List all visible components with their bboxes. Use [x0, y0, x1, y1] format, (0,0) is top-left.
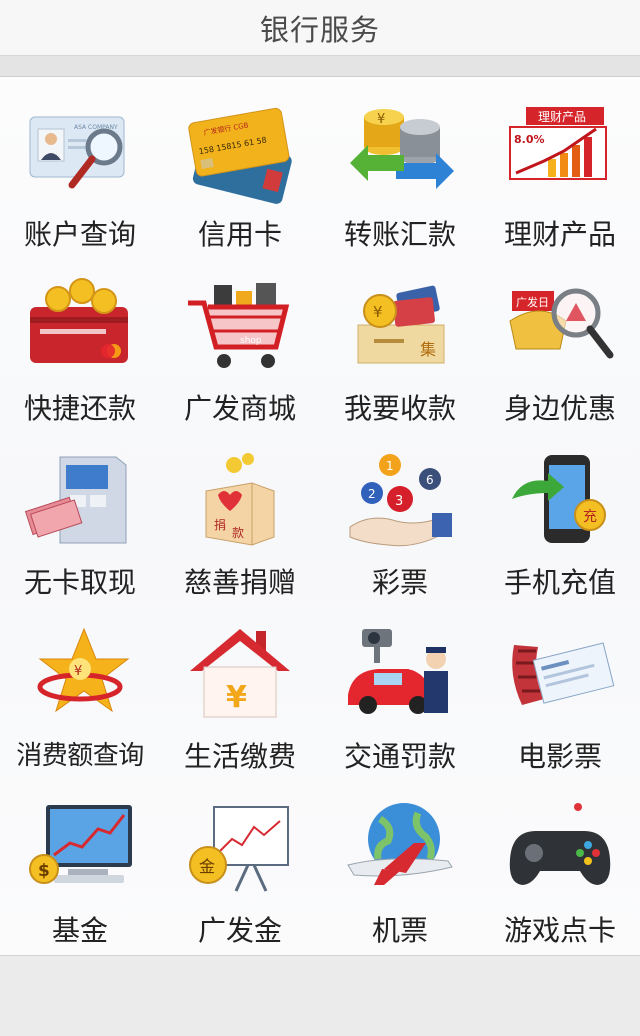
header-divider	[0, 56, 640, 77]
service-item-label: 游戏点卡	[503, 914, 616, 947]
service-item-label: 转账汇款	[343, 218, 456, 251]
service-item-label: 我要收款	[343, 392, 456, 425]
service-item-game-card[interactable]: 游戏点卡	[480, 795, 640, 969]
account-query-icon: ASA COMPANY	[24, 103, 136, 207]
svg-text:6: 6	[426, 473, 434, 487]
svg-text:¥: ¥	[377, 112, 385, 127]
service-item-label: 交通罚款	[343, 740, 456, 773]
lottery-icon: 1 2 3 6	[344, 451, 456, 555]
service-item-label: 无卡取现	[23, 566, 136, 599]
svg-text:集: 集	[420, 340, 436, 359]
service-item-cardless-withdraw[interactable]: 无卡取现	[0, 447, 160, 621]
service-item-label: 彩票	[371, 566, 428, 599]
service-item-utility-payment[interactable]: ¥ 生活缴费	[160, 621, 320, 795]
nearby-deals-icon: 广发日	[504, 277, 616, 381]
svg-text:金: 金	[199, 857, 215, 876]
service-grid: ASA COMPANY 账户查询 广发银行 CGB 158 15815 61 5…	[0, 77, 640, 956]
svg-text:3: 3	[395, 494, 403, 509]
game-card-icon	[504, 799, 616, 903]
svg-text:¥: ¥	[373, 303, 383, 321]
traffic-fine-icon	[344, 625, 456, 729]
top-bar: 银行服务	[0, 0, 640, 56]
movie-ticket-icon	[504, 625, 616, 729]
service-item-fund[interactable]: $ 基金	[0, 795, 160, 969]
service-item-quick-repay[interactable]: 快捷还款	[0, 273, 160, 447]
service-item-transfer[interactable]: ¥ 转账汇款	[320, 99, 480, 273]
flight-ticket-icon	[344, 799, 456, 903]
svg-text:捐: 捐	[214, 518, 226, 532]
service-item-label: 电影票	[517, 740, 602, 773]
shopping-cart-icon: shop	[184, 277, 296, 381]
atm-icon	[24, 451, 136, 555]
service-item-label: 机票	[371, 914, 428, 947]
service-item-label: 账户查询	[23, 218, 136, 251]
service-item-nearby-deals[interactable]: 广发日 身边优惠	[480, 273, 640, 447]
service-item-label: 信用卡	[197, 218, 282, 251]
service-item-label: 基金	[51, 914, 108, 947]
service-item-credit-card[interactable]: 广发银行 CGB 158 15815 61 58 信用卡	[160, 99, 320, 273]
svg-text:¥: ¥	[226, 680, 247, 715]
service-item-account-query[interactable]: ASA COMPANY 账户查询	[0, 99, 160, 273]
service-item-receive-payment[interactable]: 集 ¥ 我要收款	[320, 273, 480, 447]
svg-text:理财产品: 理财产品	[538, 110, 586, 124]
service-item-label: 生活缴费	[183, 740, 296, 773]
page-title: 银行服务	[259, 12, 380, 47]
service-item-label: 广发商城	[183, 392, 296, 425]
fund-icon: $	[24, 799, 136, 903]
donation-box-icon: 捐 款	[184, 451, 296, 555]
credit-card-icon: 广发银行 CGB 158 15815 61 58	[184, 103, 296, 207]
svg-text:广发日: 广发日	[516, 295, 549, 309]
service-item-charity[interactable]: 捐 款 慈善捐赠	[160, 447, 320, 621]
service-item-label: 快捷还款	[23, 392, 136, 425]
service-item-label: 身边优惠	[503, 392, 616, 425]
service-item-wealth-products[interactable]: 理财产品 8.0% 理财产品	[480, 99, 640, 273]
service-item-label: 理财产品	[503, 218, 616, 251]
spending-query-icon: ¥	[24, 625, 136, 729]
quick-repay-icon	[24, 277, 136, 381]
service-item-label: 慈善捐赠	[183, 566, 296, 599]
receive-payment-icon: 集 ¥	[344, 277, 456, 381]
svg-text:ASA COMPANY: ASA COMPANY	[74, 124, 118, 131]
svg-text:¥: ¥	[74, 664, 82, 679]
mobile-recharge-icon: 充	[504, 451, 616, 555]
service-item-traffic-fine[interactable]: 交通罚款	[320, 621, 480, 795]
service-item-movie-ticket[interactable]: 电影票	[480, 621, 640, 795]
svg-text:$: $	[38, 861, 50, 881]
service-item-lottery[interactable]: 1 2 3 6 彩票	[320, 447, 480, 621]
service-item-label: 手机充值	[503, 566, 616, 599]
svg-text:充: 充	[583, 509, 597, 525]
service-item-mobile-recharge[interactable]: 充 手机充值	[480, 447, 640, 621]
utility-payment-icon: ¥	[184, 625, 296, 729]
transfer-icon: ¥	[344, 103, 456, 207]
svg-text:2: 2	[368, 487, 376, 501]
gold-icon: 金	[184, 799, 296, 903]
svg-text:1: 1	[386, 459, 394, 473]
service-item-label: 广发金	[197, 914, 282, 947]
service-item-flight-ticket[interactable]: 机票	[320, 795, 480, 969]
svg-text:8.0%: 8.0%	[514, 133, 545, 146]
service-item-mall[interactable]: shop 广发商城	[160, 273, 320, 447]
wealth-products-icon: 理财产品 8.0%	[504, 103, 616, 207]
svg-text:shop: shop	[240, 336, 262, 346]
svg-text:款: 款	[232, 526, 244, 540]
service-item-gold[interactable]: 金 广发金	[160, 795, 320, 969]
service-item-spending-query[interactable]: ¥ 消费额查询	[0, 621, 160, 795]
service-item-label: 消费额查询	[16, 741, 144, 771]
